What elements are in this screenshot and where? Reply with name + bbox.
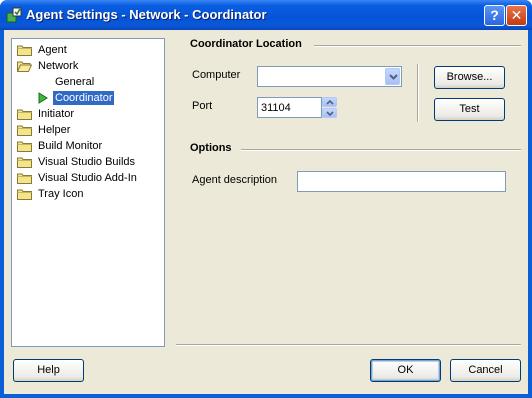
help-button[interactable]: Help: [13, 359, 84, 382]
title-help-button[interactable]: ?: [484, 5, 505, 26]
open-folder-icon: [17, 60, 32, 72]
port-spinner[interactable]: [322, 97, 337, 118]
app-icon: [6, 7, 22, 23]
chevron-down-icon: [326, 111, 334, 116]
tree-item-visual-studio-builds[interactable]: Visual Studio Builds: [17, 154, 137, 169]
group-divider: [241, 149, 521, 151]
port-label: Port: [192, 100, 213, 112]
tree-item-label: Helper: [38, 123, 71, 136]
tree-item-label: Visual Studio Builds: [38, 155, 136, 168]
computer-combobox[interactable]: [257, 66, 402, 87]
tree-item-tray-icon[interactable]: Tray Icon: [17, 186, 85, 201]
tree-item-helper[interactable]: Helper: [17, 122, 72, 137]
window-title: Agent Settings - Network - Coordinator: [26, 7, 267, 22]
coordinator-location-heading: Coordinator Location: [190, 38, 302, 50]
computer-combobox-value: [258, 67, 383, 86]
folder-icon: [17, 140, 32, 152]
folder-icon: [17, 188, 32, 200]
title-bar[interactable]: Agent Settings - Network - Coordinator ?…: [0, 0, 532, 30]
folder-icon: [17, 108, 32, 120]
options-heading: Options: [190, 142, 232, 154]
chevron-up-icon: [326, 100, 334, 105]
port-input[interactable]: [257, 97, 322, 118]
footer-divider: [176, 344, 521, 346]
spin-up-button[interactable]: [322, 97, 337, 107]
cancel-button[interactable]: Cancel: [450, 359, 521, 382]
dialog-client-area: Agent Network General Coordinator Initia…: [4, 30, 528, 394]
tree-item-general[interactable]: General: [53, 74, 96, 89]
tree-item-label: Coordinator: [53, 90, 115, 105]
spin-down-button[interactable]: [322, 108, 337, 118]
test-button[interactable]: Test: [434, 98, 505, 121]
agent-settings-window: Agent Settings - Network - Coordinator ?…: [0, 0, 532, 398]
chevron-down-icon: [389, 74, 398, 80]
tree-item-label: Agent: [38, 43, 67, 56]
computer-label: Computer: [192, 69, 241, 81]
folder-icon: [17, 156, 32, 168]
folder-icon: [17, 44, 32, 56]
agent-description-label: Agent description: [192, 174, 277, 186]
folder-icon: [17, 172, 32, 184]
tree-item-label: General: [55, 75, 95, 88]
title-close-button[interactable]: ✕: [506, 5, 527, 26]
folder-icon: [17, 124, 32, 136]
tree-item-network[interactable]: Network: [17, 58, 80, 73]
computer-dropdown-button[interactable]: [385, 68, 400, 85]
agent-description-input[interactable]: [297, 171, 506, 192]
tree-item-label: Initiator: [38, 107, 75, 120]
tree-item-label: Build Monitor: [38, 139, 103, 152]
tree-item-initiator[interactable]: Initiator: [17, 106, 76, 121]
tree-item-build-monitor[interactable]: Build Monitor: [17, 138, 104, 153]
settings-tree[interactable]: Agent Network General Coordinator Initia…: [11, 38, 165, 347]
tree-item-label: Network: [38, 59, 79, 72]
arrow-right-icon: [37, 91, 49, 104]
tree-item-label: Tray Icon: [38, 187, 84, 200]
tree-item-label: Visual Studio Add-In: [38, 171, 137, 184]
tree-item-coordinator[interactable]: Coordinator: [37, 90, 115, 105]
vertical-separator: [417, 64, 419, 122]
tree-item-visual-studio-add-in[interactable]: Visual Studio Add-In: [17, 170, 139, 185]
ok-button[interactable]: OK: [370, 359, 441, 382]
browse-button[interactable]: Browse...: [434, 66, 505, 89]
group-divider: [314, 45, 521, 47]
tree-item-agent[interactable]: Agent: [17, 42, 69, 57]
